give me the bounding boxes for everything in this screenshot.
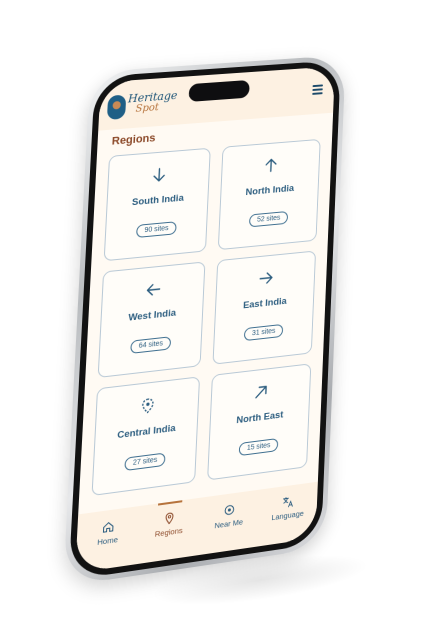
hamburger-icon[interactable]: [312, 84, 323, 95]
site-count-badge: 64 sites: [130, 336, 172, 354]
arrow-up-right-icon: [253, 383, 269, 401]
nav-regions[interactable]: Regions: [146, 509, 192, 540]
arrow-up-icon: [263, 157, 279, 174]
section-title: Regions: [111, 132, 156, 148]
location-target-icon: [139, 397, 156, 415]
region-name: East India: [242, 295, 287, 312]
site-count-badge: 31 sites: [243, 323, 284, 342]
region-card-east-india[interactable]: East India 31 sites: [212, 250, 317, 365]
near-me-icon: [223, 503, 235, 517]
site-count-badge: 15 sites: [238, 437, 279, 457]
regions-grid: South India 90 sites North India 52 site…: [91, 138, 321, 497]
site-count-badge: 27 sites: [124, 452, 166, 472]
region-name: Central India: [116, 422, 176, 442]
logo-pin-icon: [106, 94, 127, 120]
nav-label: Language: [271, 508, 305, 523]
arrow-right-icon: [258, 269, 274, 287]
region-card-west-india[interactable]: West India 64 sites: [97, 261, 206, 379]
nav-label: Near Me: [214, 517, 244, 531]
nav-label: Home: [97, 534, 119, 548]
nav-near-me[interactable]: Near Me: [207, 501, 252, 532]
app-screen: Heritage Spot Regions South India 90 sit…: [75, 66, 336, 574]
home-icon: [102, 520, 115, 534]
region-name: South India: [131, 192, 184, 209]
map-pin-icon: [163, 511, 176, 525]
site-count-badge: 90 sites: [136, 221, 177, 239]
region-card-south-india[interactable]: South India 90 sites: [103, 147, 211, 262]
phone-device: Heritage Spot Regions South India 90 sit…: [63, 54, 346, 587]
nav-home[interactable]: Home: [85, 517, 132, 548]
app-logo[interactable]: Heritage Spot: [106, 89, 178, 124]
translate-icon: [282, 495, 294, 509]
site-count-badge: 52 sites: [248, 210, 289, 228]
region-name: North East: [236, 409, 284, 427]
nav-label: Regions: [154, 525, 183, 539]
arrow-left-icon: [145, 281, 162, 299]
region-name: West India: [128, 307, 177, 324]
region-card-north-india[interactable]: North India 52 sites: [217, 138, 321, 251]
region-card-north-east[interactable]: North East 15 sites: [207, 363, 312, 481]
logo-text-spot: Spot: [135, 102, 160, 115]
region-name: North India: [245, 182, 295, 199]
nav-language[interactable]: Language: [266, 493, 310, 523]
region-card-central-india[interactable]: Central India 27 sites: [91, 376, 201, 497]
arrow-down-icon: [152, 167, 165, 182]
